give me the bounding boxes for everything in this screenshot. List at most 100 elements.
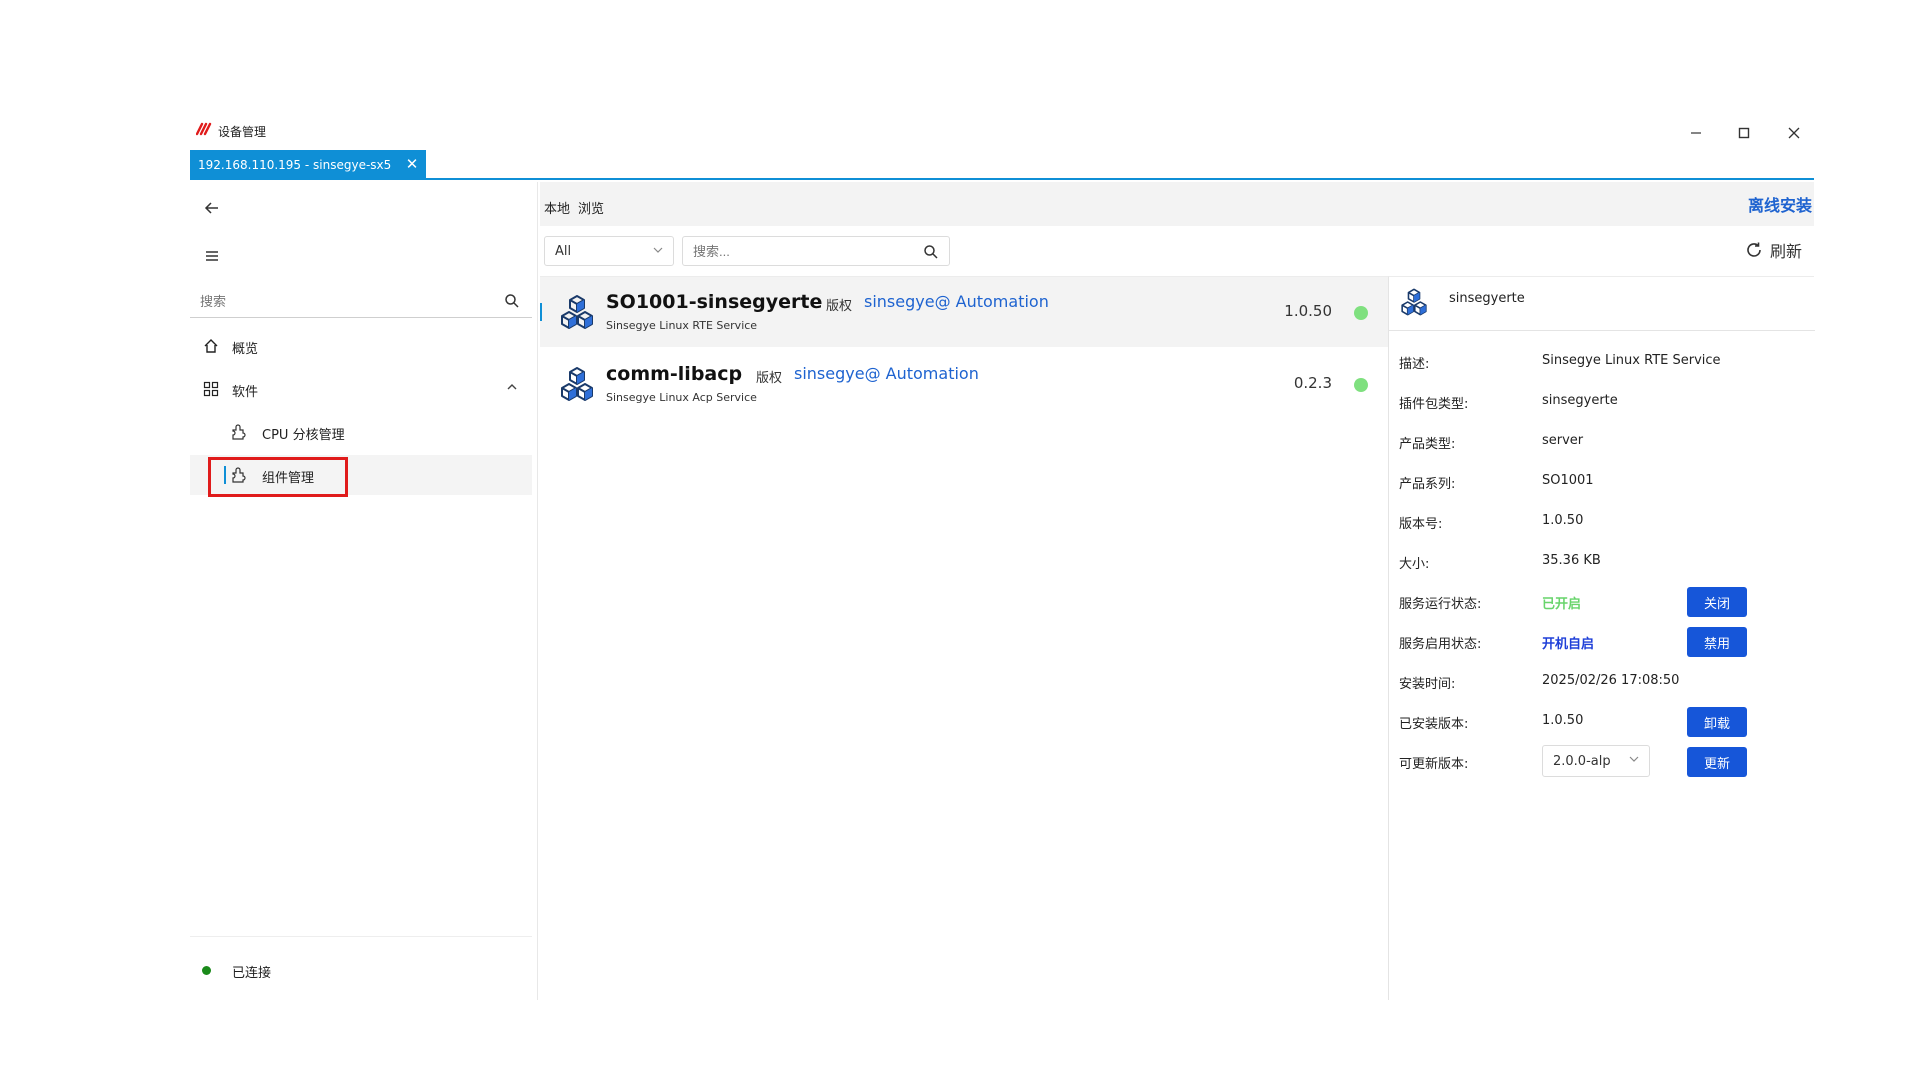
detail-label: 产品类型: xyxy=(1399,437,1456,452)
package-version: 0.2.3 xyxy=(1293,374,1332,392)
search-icon[interactable] xyxy=(923,244,939,260)
run-state-value: 已开启 xyxy=(1542,597,1582,612)
device-tab[interactable]: 192.168.110.195 - sinsegye-sx5 ✕ xyxy=(190,150,426,180)
detail-value: 2025/02/26 17:08:50 xyxy=(1542,673,1680,688)
sidebar-item-cpu-core[interactable]: CPU 分核管理 xyxy=(190,412,532,452)
detail-row-enable-state: 服务启用状态: 开机自启 禁用 xyxy=(1389,625,1815,657)
update-button[interactable]: 更新 xyxy=(1687,747,1747,777)
tab-close-icon[interactable]: ✕ xyxy=(404,156,420,172)
filter-value: All xyxy=(555,243,572,259)
detail-label: 大小: xyxy=(1399,557,1430,572)
close-icon xyxy=(1788,127,1800,139)
detail-value: sinsegyerte xyxy=(1542,393,1618,408)
details-header: sinsegyerte xyxy=(1389,277,1815,331)
offline-install-link[interactable]: 离线安装 xyxy=(1748,192,1812,216)
chevron-up-icon[interactable] xyxy=(506,381,518,396)
detail-label: 可更新版本: xyxy=(1399,757,1469,772)
tab-local[interactable]: 本地 xyxy=(544,198,570,217)
list-toolbar: All 刷新 xyxy=(540,228,1814,274)
sidebar-item-label: 组件管理 xyxy=(262,471,315,486)
home-icon xyxy=(202,337,220,355)
active-indicator xyxy=(224,466,226,484)
search-icon[interactable] xyxy=(504,293,520,309)
package-description: Sinsegye Linux Acp Service xyxy=(606,391,757,404)
chevron-down-icon xyxy=(653,245,663,258)
sidebar-search xyxy=(190,286,532,318)
detail-value: 1.0.50 xyxy=(1542,713,1584,728)
filter-select[interactable]: All xyxy=(544,236,674,266)
package-name: SO1001-sinsegyerte xyxy=(606,291,823,313)
vendor-link[interactable]: sinsegye@ Automation xyxy=(864,292,1049,311)
detail-label: 安装时间: xyxy=(1399,677,1456,692)
grid-icon xyxy=(202,380,220,398)
back-arrow-icon[interactable] xyxy=(202,198,222,218)
refresh-icon xyxy=(1747,242,1761,257)
detail-label: 服务启用状态: xyxy=(1399,637,1482,652)
close-window-button[interactable] xyxy=(1774,118,1814,148)
sidebar-item-components[interactable]: 组件管理 xyxy=(190,455,532,497)
device-tab-label: 192.168.110.195 - sinsegye-sx5 xyxy=(198,158,392,172)
stop-service-button[interactable]: 关闭 xyxy=(1687,587,1747,617)
minimize-icon xyxy=(1691,132,1701,134)
minimize-button[interactable] xyxy=(1676,118,1716,148)
sidebar-divider xyxy=(190,936,532,937)
connection-status-dot xyxy=(202,966,211,975)
sidebar-item-label: 概览 xyxy=(232,342,259,357)
package-cubes-icon xyxy=(561,367,593,401)
plugin-icon xyxy=(230,423,248,441)
chevron-down-icon xyxy=(1629,754,1639,767)
window-title: 设备管理 xyxy=(218,125,267,139)
app-logo-icon xyxy=(196,122,212,136)
title-bar: 设备管理 xyxy=(190,116,1814,150)
list-item[interactable]: SO1001-sinsegyerte 版权 sinsegye@ Automati… xyxy=(540,277,1388,347)
detail-row-update-version: 可更新版本: 2.0.0-alp 更新 xyxy=(1389,745,1815,777)
selected-indicator xyxy=(540,303,542,321)
list-item[interactable]: comm-libacp 版权 sinsegye@ Automation Sins… xyxy=(540,349,1388,419)
device-tab-strip: 192.168.110.195 - sinsegye-sx5 ✕ xyxy=(190,150,1814,180)
detail-label: 描述: xyxy=(1399,357,1430,372)
hamburger-menu-icon[interactable] xyxy=(202,246,222,266)
disable-service-button[interactable]: 禁用 xyxy=(1687,627,1747,657)
detail-label: 已安装版本: xyxy=(1399,717,1469,732)
sidebar-search-input[interactable] xyxy=(190,286,490,317)
sidebar-item-overview[interactable]: 概览 xyxy=(190,326,532,366)
connection-status: 已连接 xyxy=(232,966,272,981)
detail-row-run-state: 服务运行状态: 已开启 关闭 xyxy=(1389,585,1815,617)
uninstall-button[interactable]: 卸载 xyxy=(1687,707,1747,737)
enable-state-value: 开机自启 xyxy=(1542,637,1595,652)
tab-browse[interactable]: 浏览 xyxy=(578,198,604,217)
details-title: sinsegyerte xyxy=(1449,291,1525,306)
details-panel: sinsegyerte 描述: Sinsegye Linux RTE Servi… xyxy=(1388,276,1815,1000)
detail-value: SO1001 xyxy=(1542,473,1594,488)
sidebar-item-software[interactable]: 软件 xyxy=(190,369,532,409)
detail-row-installed-version: 已安装版本: 1.0.50 卸载 xyxy=(1389,705,1815,737)
detail-value: 1.0.50 xyxy=(1542,513,1584,528)
detail-label: 服务运行状态: xyxy=(1399,597,1482,612)
refresh-button[interactable]: 刷新 xyxy=(1744,238,1802,262)
detail-row-size: 大小: 35.36 KB xyxy=(1389,545,1815,577)
status-dot xyxy=(1354,378,1368,392)
app-window: 设备管理 192.168.110.195 - sinsegye-sx5 ✕ 搜索… xyxy=(190,116,1815,1000)
package-cubes-icon xyxy=(561,295,593,329)
refresh-label: 刷新 xyxy=(1769,242,1802,261)
sidebar-item-label: 软件 xyxy=(232,385,259,400)
detail-label: 插件包类型: xyxy=(1399,397,1469,412)
maximize-icon xyxy=(1738,127,1750,139)
maximize-button[interactable] xyxy=(1724,118,1764,148)
detail-value: server xyxy=(1542,433,1584,448)
detail-label: 产品系列: xyxy=(1399,477,1456,492)
copyright-label: 版权 xyxy=(756,371,783,386)
package-search-input[interactable] xyxy=(683,243,913,259)
sidebar: 概览 软件 CPU 分核管理 组件管理 已连接 xyxy=(190,182,538,1000)
main-header: 本地 浏览 离线安装 xyxy=(540,182,1814,226)
detail-value: Sinsegye Linux RTE Service xyxy=(1542,353,1721,368)
status-dot xyxy=(1354,306,1368,320)
update-version-select[interactable]: 2.0.0-alp xyxy=(1542,745,1650,777)
package-name: comm-libacp xyxy=(606,363,743,385)
vendor-link[interactable]: sinsegye@ Automation xyxy=(794,364,979,383)
package-list: SO1001-sinsegyerte 版权 sinsegye@ Automati… xyxy=(540,276,1388,1000)
detail-row-plugin-type: 插件包类型: sinsegyerte xyxy=(1389,385,1815,417)
copyright-label: 版权 xyxy=(826,299,853,314)
main-panel: 本地 浏览 离线安装 All 刷新 xyxy=(540,182,1815,1000)
detail-row-description: 描述: Sinsegye Linux RTE Service xyxy=(1389,345,1815,377)
